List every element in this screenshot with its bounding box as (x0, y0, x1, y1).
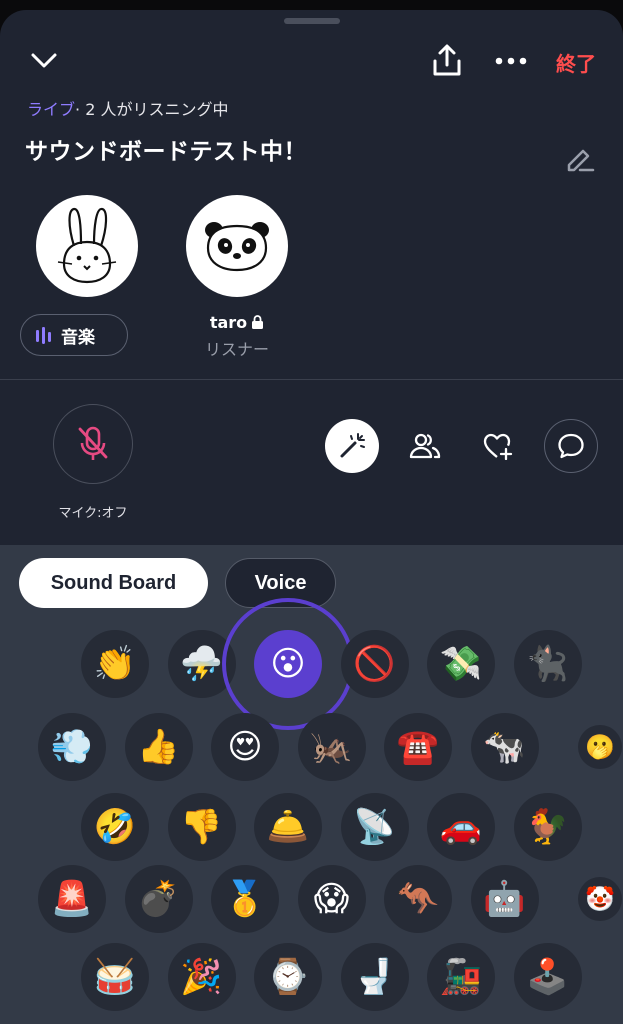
chat-bubble-icon (558, 433, 584, 459)
heart-plus-icon (483, 433, 513, 460)
tab-sound-board[interactable]: Sound Board (19, 558, 208, 608)
sound-button[interactable]: 👍 (124, 713, 193, 781)
sound-button[interactable]: 📡 (340, 793, 409, 861)
sound-board-panel: Sound Board Voice 👏 ⛈️ 😮 🚫 💸 🐈‍⬛ 💨 👍 😍 🦗 ☎️ 🐄 🫢 🤣 👎 🛎️ 📡… (0, 545, 623, 1024)
rabbit-avatar-icon (57, 207, 117, 284)
sound-button[interactable]: 🫢 (578, 725, 622, 769)
mic-status-label: マイク:オフ (58, 506, 128, 521)
share-button[interactable] (428, 40, 466, 80)
sound-button[interactable]: 🚨 (38, 865, 106, 933)
sound-button[interactable]: 🤣 (81, 793, 149, 861)
lock-icon (252, 315, 264, 329)
sound-button[interactable]: 🚫 (340, 630, 409, 698)
sheet-grabber[interactable] (284, 18, 340, 24)
live-status: ライブ· 2 人がリスニング中 (27, 96, 228, 120)
more-button[interactable] (492, 50, 530, 72)
divider (0, 379, 623, 380)
avatar-host[interactable] (36, 195, 138, 297)
participant-name-taro: taro (209, 313, 248, 332)
sound-button[interactable]: 🥇 (211, 865, 279, 933)
chevron-down-icon (31, 53, 57, 68)
magic-wand-icon (340, 433, 365, 458)
effects-button[interactable] (325, 419, 379, 473)
sound-button[interactable]: 🤖 (470, 865, 539, 933)
mic-toggle-button[interactable] (53, 404, 133, 484)
sound-button[interactable]: 🕹️ (513, 943, 582, 1011)
avatar-taro[interactable] (186, 195, 288, 297)
equalizer-icon (36, 327, 51, 344)
sound-button[interactable]: 🚗 (427, 793, 495, 861)
people-icon (409, 433, 441, 459)
pencil-icon (567, 149, 595, 172)
sound-button[interactable]: 🥁 (81, 943, 149, 1011)
sound-button[interactable]: 🎉 (167, 943, 236, 1011)
share-icon (433, 44, 461, 76)
music-label: 音楽 (61, 327, 95, 348)
panda-avatar-icon (205, 222, 269, 272)
room-sheet: 終了 ライブ· 2 人がリスニング中 サウンドボードテスト中！ みんなの… (0, 10, 623, 1024)
collapse-button[interactable] (26, 46, 62, 76)
sound-button[interactable]: 🤡 (578, 877, 622, 921)
participant-role-taro: リスナー (204, 340, 269, 359)
sound-button[interactable]: ⌚ (254, 943, 322, 1011)
sound-button[interactable]: 🐄 (470, 713, 539, 781)
sound-button[interactable]: 🚂 (427, 943, 495, 1011)
heart-plus-button[interactable] (471, 419, 525, 473)
participant-name-row-taro: taro (186, 313, 288, 332)
sound-button[interactable]: 👏 (81, 630, 149, 698)
sound-button[interactable]: 💨 (38, 713, 106, 781)
sound-button[interactable]: 🚽 (340, 943, 409, 1011)
sound-button[interactable]: 👎 (167, 793, 236, 861)
end-button[interactable]: 終了 (556, 48, 596, 77)
sound-button-selected[interactable]: 😮 (254, 630, 322, 698)
mic-off-icon (78, 426, 108, 460)
music-button[interactable]: 音楽 (20, 314, 128, 356)
live-label: ライブ (27, 100, 76, 119)
sound-button[interactable]: 🛎️ (254, 793, 322, 861)
sound-button[interactable]: 😍 (211, 713, 279, 781)
room-title: サウンドボードテスト中！ (25, 139, 307, 165)
sound-button[interactable]: 🦗 (297, 713, 366, 781)
sound-button[interactable]: ☎️ (384, 713, 452, 781)
sound-button[interactable]: 🐈‍⬛ (513, 630, 582, 698)
listener-count: · 2 人がリスニング中 (75, 100, 229, 119)
more-icon (495, 57, 527, 65)
sound-button[interactable]: 💸 (427, 630, 495, 698)
sound-button[interactable]: 🦘 (384, 865, 452, 933)
people-button[interactable] (398, 419, 452, 473)
edit-title-button[interactable] (560, 140, 598, 178)
sound-button[interactable]: 💣 (124, 865, 193, 933)
sound-button[interactable]: 🐓 (513, 793, 582, 861)
chat-button[interactable] (544, 419, 598, 473)
sound-button[interactable]: 😱 (297, 865, 366, 933)
